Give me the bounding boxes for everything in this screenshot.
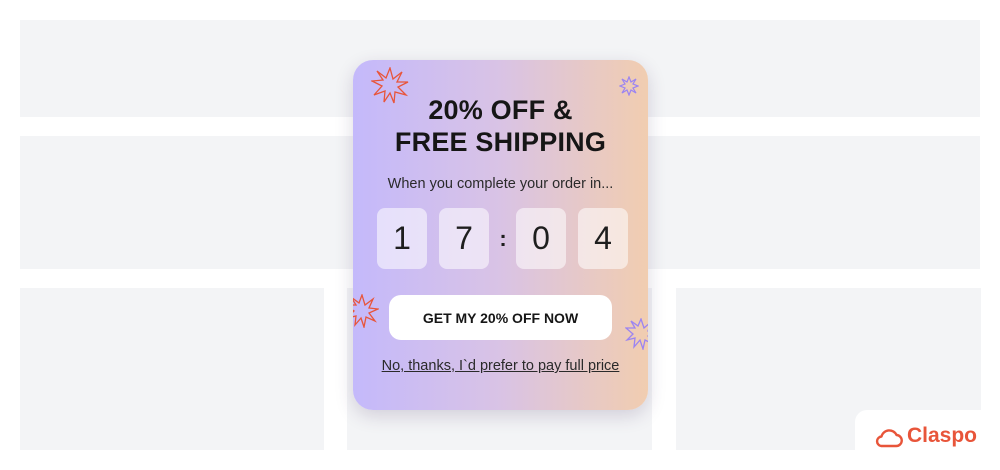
sparkle-icon <box>619 76 639 96</box>
timer-digit: 1 <box>377 208 427 269</box>
timer-separator: : <box>499 225 507 251</box>
promo-popup: 20% OFF & FREE SHIPPING When you complet… <box>353 60 648 410</box>
cloud-icon <box>875 429 903 448</box>
timer-digit: 0 <box>516 208 566 269</box>
popup-subline: When you complete your order in... <box>387 176 614 192</box>
countdown-timer: 1 7 : 0 4 <box>377 208 628 269</box>
brand-badge[interactable]: Claspo <box>855 410 1000 470</box>
placeholder-card-left <box>20 288 324 450</box>
brand-name: Claspo <box>907 424 978 447</box>
decline-link[interactable]: No, thanks, I`d prefer to pay full price <box>353 358 648 374</box>
headline-line-1: 20% OFF & <box>428 95 573 125</box>
headline-line-2: FREE SHIPPING <box>394 127 607 157</box>
burst-star-icon <box>353 294 379 328</box>
timer-digit: 7 <box>439 208 489 269</box>
burst-star-icon <box>625 318 648 350</box>
page-background: 20% OFF & FREE SHIPPING When you complet… <box>0 0 1000 470</box>
popup-headline: 20% OFF & FREE SHIPPING <box>353 94 648 158</box>
get-discount-button[interactable]: GET MY 20% OFF NOW <box>389 295 612 340</box>
timer-digit: 4 <box>578 208 628 269</box>
